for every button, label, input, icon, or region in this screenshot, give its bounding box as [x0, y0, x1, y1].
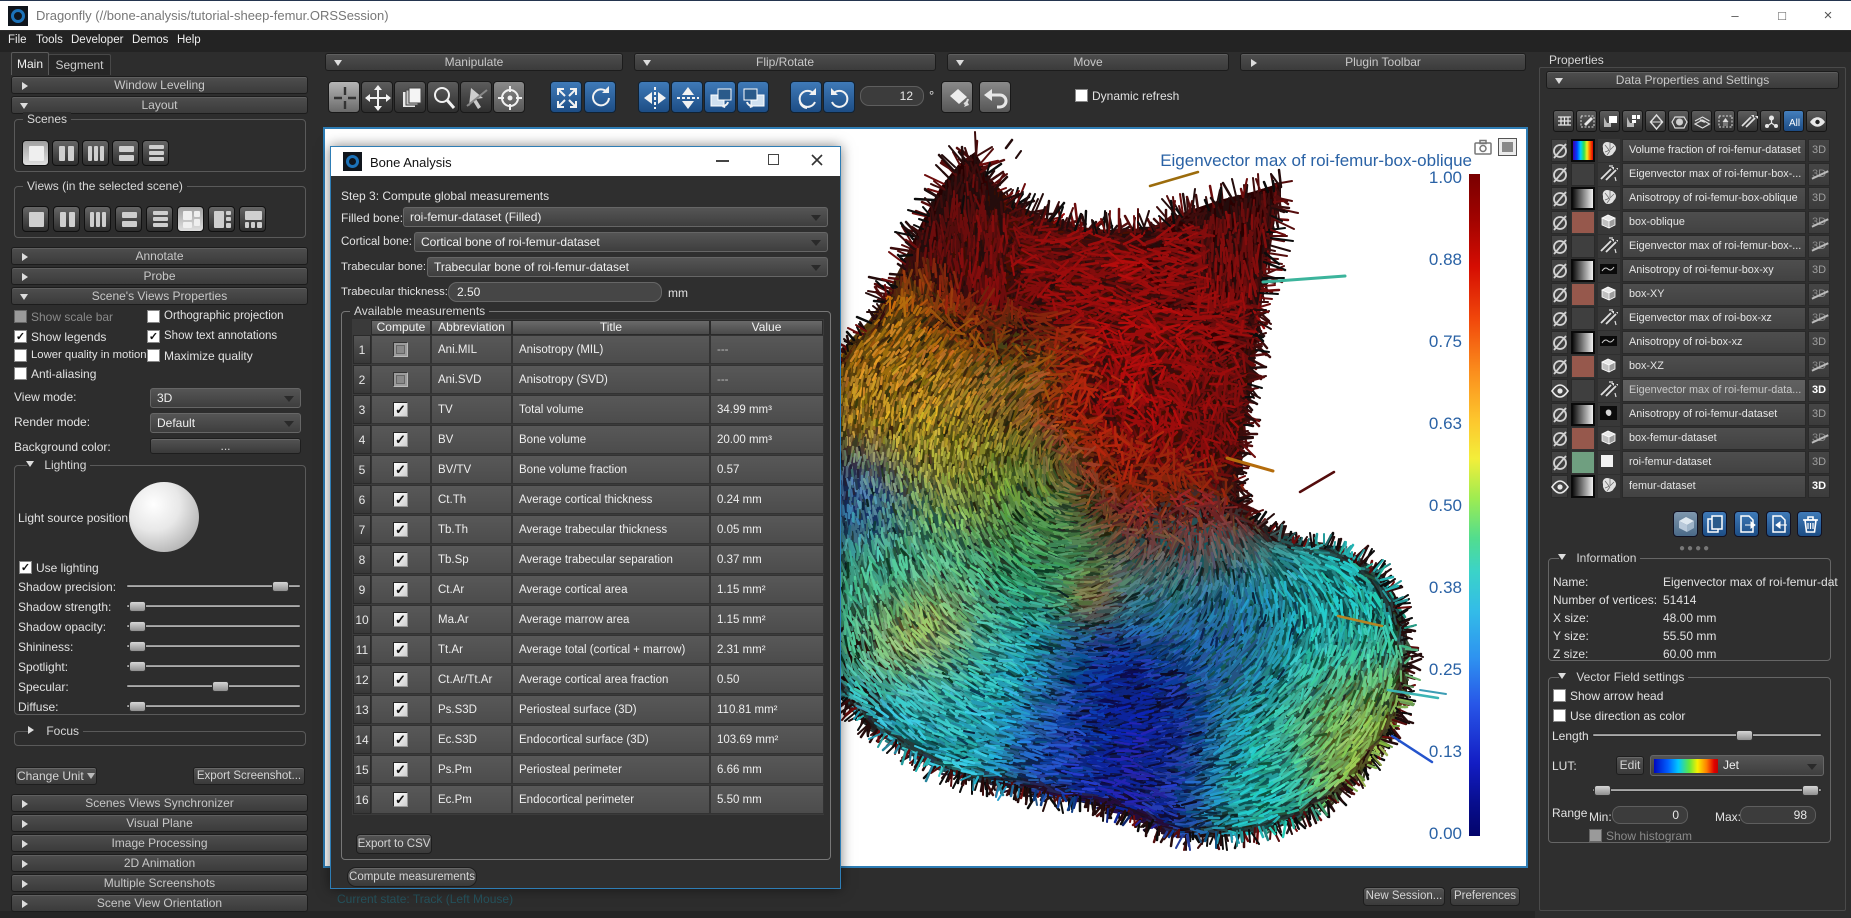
- svg-text:All: All: [1789, 118, 1800, 129]
